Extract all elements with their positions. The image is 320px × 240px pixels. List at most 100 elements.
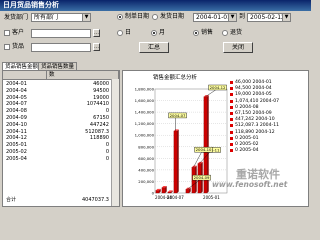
dept-select[interactable]: 所有部门 ▼ xyxy=(31,13,91,22)
y-tick-label: 1,600,000 xyxy=(135,98,155,103)
table-row[interactable]: 2004-01 46000 xyxy=(3,81,111,88)
return-radio[interactable] xyxy=(222,30,228,36)
goods-label: 货品 xyxy=(12,43,25,50)
total-value: 4047037.3 xyxy=(81,197,109,203)
tab-sales-amount[interactable]: 货品销售金额 xyxy=(2,62,42,70)
date-from-value: 2004-01-01 xyxy=(196,14,231,21)
legend-swatch xyxy=(230,130,233,134)
legend-label: 19,000 2004-05 xyxy=(235,92,272,98)
row-amount: 512087.3 xyxy=(85,128,109,135)
table-row[interactable]: 2005-01 0 xyxy=(3,142,111,149)
table-row[interactable]: 2005-04 0 xyxy=(3,156,111,163)
table-row[interactable]: 2005-02 0 xyxy=(3,149,111,156)
row-period: 2004-12 xyxy=(6,135,27,142)
tab-sales-quantity[interactable]: 货品销售数量 xyxy=(38,62,78,70)
table-scrollbar[interactable] xyxy=(111,79,119,206)
return-label: 退货 xyxy=(230,29,243,36)
column-header-amount[interactable]: 数 xyxy=(47,71,119,79)
window-title: 日月货品销售分析 xyxy=(0,0,311,11)
row-amount: 447242 xyxy=(89,121,109,128)
goods-checkbox[interactable] xyxy=(4,44,10,50)
unit-month-radio[interactable] xyxy=(151,30,157,36)
y-tick-label: 200,000 xyxy=(138,179,154,184)
ship-date-label: 发货日期 xyxy=(160,13,185,20)
date-from-field[interactable]: 2004-01-01 ▼ xyxy=(193,13,237,22)
row-amount: 0 xyxy=(105,142,109,149)
legend-swatch xyxy=(230,136,233,140)
row-period: 2005-01 xyxy=(6,142,27,149)
range-separator: 到 xyxy=(239,13,246,20)
chevron-down-icon[interactable]: ▼ xyxy=(82,14,90,21)
row-amount: 94500 xyxy=(93,87,109,94)
table-row[interactable]: 2004-12 118890 xyxy=(3,135,111,142)
customer-browse-button[interactable]: … xyxy=(93,29,100,37)
calendar-dropdown-icon[interactable]: ▼ xyxy=(228,14,236,21)
y-tick-label: 1,000,000 xyxy=(135,133,155,138)
legend-label: 67,150 2004-09 xyxy=(235,111,272,116)
x-tick-label: 2005-01 xyxy=(203,195,220,200)
row-period: 2004-07 xyxy=(6,101,27,108)
dept-label: 发货部门 xyxy=(4,14,29,21)
y-tick-label: 1,800,000 xyxy=(135,87,155,92)
main-window: 日月货品销售分析 发货部门 所有部门 ▼ 制单日期 发货日期 2004-01-0… xyxy=(0,0,311,209)
row-period: 2004-10 xyxy=(6,121,27,128)
y-tick-label: 800,000 xyxy=(138,144,154,149)
calendar-dropdown-icon[interactable]: ▼ xyxy=(282,14,290,21)
legend-label: 0 2005-02 xyxy=(235,142,259,147)
legend-label: 1,074,410 2004-07 xyxy=(235,98,280,104)
y-tick-label: 400,000 xyxy=(138,167,154,172)
table-row[interactable]: 2004-08 0 xyxy=(3,108,111,115)
x-tick-label: 2004-07 xyxy=(167,195,184,200)
goods-browse-button[interactable]: … xyxy=(93,43,100,51)
row-period: 2004-11 xyxy=(6,128,27,135)
goods-field[interactable] xyxy=(31,43,91,52)
sales-label: 销售 xyxy=(201,29,214,36)
table-row[interactable]: 2004-05 19000 xyxy=(3,95,111,102)
row-amount: 1074410 xyxy=(86,101,109,108)
legend-swatch xyxy=(230,112,233,115)
table-row[interactable]: 2004-07 1074410 xyxy=(3,101,111,108)
bar xyxy=(185,188,190,194)
row-amount: 46000 xyxy=(93,81,109,87)
y-tick-label: 1,400,000 xyxy=(135,110,155,115)
table-row[interactable]: 2004-11 512087.3 xyxy=(3,129,111,136)
legend-swatch xyxy=(230,93,233,97)
dept-value: 所有部门 xyxy=(34,14,59,21)
bar-side xyxy=(177,129,179,193)
date-mode-radio-create[interactable] xyxy=(117,14,123,20)
unit-month-label: 月 xyxy=(159,29,166,36)
close-button[interactable]: 关闭 xyxy=(223,42,253,53)
sales-table: 数 2004-01 46000 2004-04 94500 2004-05 19000 20… xyxy=(2,70,120,207)
summary-button[interactable]: 汇总 xyxy=(139,42,169,53)
y-tick-label: 600,000 xyxy=(138,156,154,161)
row-amount: 0 xyxy=(105,108,109,115)
column-header-period[interactable] xyxy=(3,71,47,79)
legend-label: 94,500 2004-04 xyxy=(235,86,272,92)
sales-radio[interactable] xyxy=(193,30,199,36)
unit-day-radio[interactable] xyxy=(117,30,123,36)
legend-swatch xyxy=(230,87,233,91)
row-period: 2004-09 xyxy=(6,115,27,121)
row-period: 2004-04 xyxy=(6,87,27,94)
legend-swatch xyxy=(230,124,233,128)
legend-label: 0 2005-01 xyxy=(235,135,259,141)
customer-field[interactable] xyxy=(31,29,91,38)
legend-label: 46,000 2004-01 xyxy=(235,80,272,85)
bar xyxy=(173,130,178,194)
table-row[interactable]: 2004-09 67150 xyxy=(3,115,111,122)
legend-swatch xyxy=(230,99,233,103)
customer-checkbox[interactable] xyxy=(4,30,10,36)
date-mode-create-label: 制单日期 xyxy=(125,13,150,20)
callout-label: 2004-09 xyxy=(194,175,210,180)
table-row[interactable]: 2004-10 447242 xyxy=(3,122,111,129)
legend-swatch xyxy=(230,143,233,146)
table-header: 数 xyxy=(3,71,119,80)
date-to-field[interactable]: 2005-02-12 ▼ xyxy=(247,13,291,22)
legend-label: 0 2004-08 xyxy=(235,104,259,110)
legend-label: 118,890 2004-12 xyxy=(235,129,275,135)
table-row[interactable]: 2004-04 94500 xyxy=(3,88,111,95)
date-mode-radio-ship[interactable] xyxy=(152,14,158,20)
date-to-value: 2005-02-12 xyxy=(250,14,285,21)
row-amount: 19000 xyxy=(93,94,109,101)
bar xyxy=(167,191,172,194)
